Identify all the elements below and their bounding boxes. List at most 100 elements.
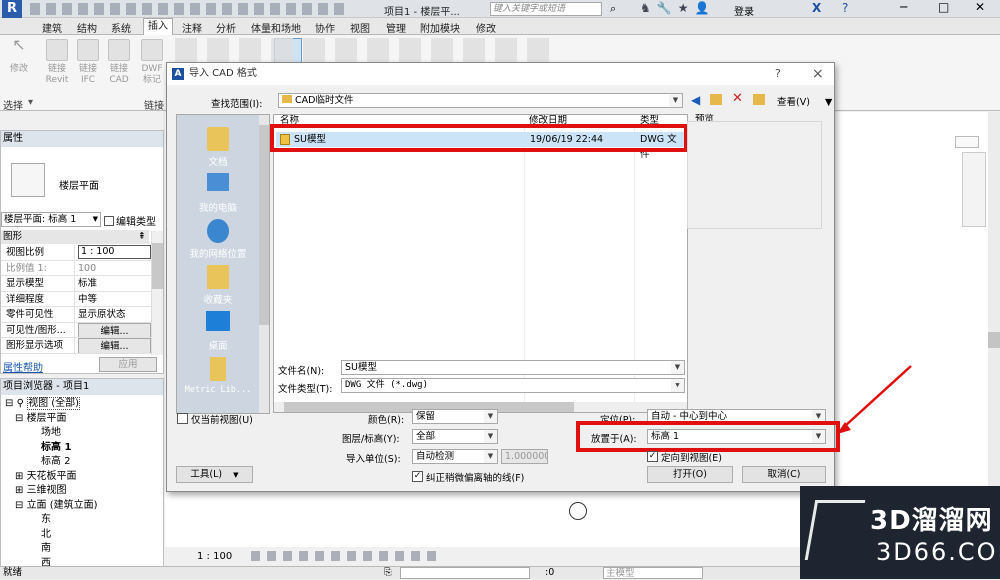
dialog-help-button[interactable]: ? bbox=[775, 63, 781, 85]
tab-manage[interactable]: 管理 bbox=[386, 20, 406, 35]
color-combo[interactable]: 保留 ▼ bbox=[412, 409, 498, 424]
quick-access-toolbar[interactable] bbox=[30, 3, 350, 15]
modify-button[interactable]: ↖ 修改 bbox=[2, 37, 36, 75]
apply-button[interactable]: 应用 bbox=[99, 357, 157, 372]
collapse-icon[interactable]: ⊟ bbox=[15, 500, 27, 511]
tab-systems[interactable]: 系统 bbox=[111, 20, 131, 35]
tree-node-floor-plans[interactable]: ⊟ 楼层平面 bbox=[1, 412, 163, 427]
properties-scrollbar[interactable] bbox=[151, 231, 163, 355]
tree-node-ceiling-plans[interactable]: ⊞ 天花板平面 bbox=[1, 470, 163, 485]
tab-structure[interactable]: 结构 bbox=[77, 20, 97, 35]
tree-leaf-level-1[interactable]: 标高 1 bbox=[1, 441, 163, 456]
link-revit-button[interactable]: 链接 Revit bbox=[40, 39, 74, 86]
scroll-thumb[interactable] bbox=[259, 125, 269, 325]
worksets-icon[interactable]: ⎘ bbox=[384, 567, 392, 579]
link-cad-button[interactable]: 链接 CAD bbox=[102, 39, 136, 86]
place-my-computer[interactable]: 我的电脑 bbox=[177, 173, 259, 214]
exchange-icon[interactable]: X bbox=[812, 1, 821, 15]
active-workset-field[interactable] bbox=[400, 567, 530, 579]
search-input[interactable]: 键入关键字或短语 bbox=[490, 2, 602, 16]
place-network[interactable]: 我的网络位置 bbox=[177, 219, 259, 260]
view-menu[interactable]: 查看(V) ▼ bbox=[777, 94, 832, 108]
lookin-combo[interactable]: CAD临时文件 ▼ bbox=[278, 93, 683, 108]
dialog-close-button[interactable]: × bbox=[812, 63, 824, 85]
tab-annotate[interactable]: 注释 bbox=[182, 20, 202, 35]
maximize-button[interactable]: □ bbox=[938, 0, 949, 14]
property-value[interactable]: 标准 bbox=[75, 276, 151, 291]
tree-node-3d-views[interactable]: ⊞ 三维视图 bbox=[1, 484, 163, 499]
tab-analyze[interactable]: 分析 bbox=[216, 20, 236, 35]
property-value[interactable]: 1 : 100 bbox=[75, 245, 151, 260]
tools-button[interactable]: 工具(L) ▼ bbox=[176, 466, 253, 483]
properties-help-link[interactable]: 属性帮助 bbox=[3, 359, 43, 374]
sort-arrow-icon: ^ bbox=[398, 114, 404, 118]
filename-field[interactable]: SU模型 ▼ bbox=[341, 360, 685, 375]
type-selector[interactable]: 楼层平面: 标高 1 ▼ bbox=[1, 212, 101, 227]
tree-leaf-south[interactable]: 南 bbox=[1, 542, 163, 557]
tab-modify[interactable]: 修改 bbox=[476, 20, 496, 35]
units-combo[interactable]: 自动检测 ▼ bbox=[412, 449, 498, 464]
login-link[interactable]: 登录 bbox=[734, 3, 754, 18]
edit-type-button[interactable]: 编辑类型 bbox=[104, 213, 156, 228]
close-window-button[interactable]: ✕ bbox=[975, 0, 985, 14]
graphics-section[interactable]: 图形 ⇞ bbox=[1, 230, 149, 244]
canvas-scrollbar[interactable] bbox=[988, 112, 1000, 547]
tree-leaf-north[interactable]: 北 bbox=[1, 528, 163, 543]
select-dropdown-icon[interactable]: ▾ bbox=[28, 97, 33, 108]
property-value[interactable]: 中等 bbox=[75, 292, 151, 307]
status-text: 就绪 bbox=[3, 567, 23, 578]
tab-collaborate[interactable]: 协作 bbox=[315, 20, 335, 35]
expand-icon[interactable]: ⊞ bbox=[15, 471, 27, 482]
place-metric-library[interactable]: Metric Lib... bbox=[177, 357, 259, 395]
current-view-only-checkbox[interactable] bbox=[177, 413, 188, 424]
tree-leaf-level-2[interactable]: 标高 2 bbox=[1, 455, 163, 470]
ribbon-more-icons[interactable] bbox=[175, 38, 550, 62]
view-scale[interactable]: 1 : 100 bbox=[197, 551, 232, 562]
view-control-icons[interactable] bbox=[251, 551, 441, 561]
graphic-display-edit-button[interactable]: 编辑... bbox=[78, 338, 151, 353]
cancel-button[interactable]: 取消(C) bbox=[742, 466, 826, 483]
viewcube-icon[interactable] bbox=[955, 136, 979, 148]
tab-architecture[interactable]: 建筑 bbox=[42, 20, 62, 35]
delete-icon[interactable]: ✕ bbox=[732, 91, 743, 106]
link-ifc-button[interactable]: 链接 IFC bbox=[71, 39, 105, 86]
collapse-icon[interactable]: ⊟ bbox=[15, 413, 27, 424]
collapse-icon[interactable]: ⊟ bbox=[5, 398, 17, 409]
select-group-label[interactable]: 选择 bbox=[3, 97, 23, 112]
property-value[interactable]: 显示原状态 bbox=[75, 307, 151, 322]
scroll-thumb[interactable] bbox=[988, 332, 1000, 348]
navigation-bar[interactable] bbox=[962, 152, 986, 227]
help-icon[interactable]: ? bbox=[842, 1, 848, 15]
scroll-thumb[interactable] bbox=[152, 243, 163, 289]
tab-massing-site[interactable]: 体量和场地 bbox=[251, 20, 301, 35]
app-logo-icon[interactable]: R bbox=[2, 0, 22, 18]
tree-leaf-site[interactable]: 场地 bbox=[1, 426, 163, 441]
tab-addins[interactable]: 附加模块 bbox=[420, 20, 460, 35]
tree-leaf-east[interactable]: 东 bbox=[1, 513, 163, 528]
layers-combo[interactable]: 全部 ▼ bbox=[412, 429, 498, 444]
place-desktop[interactable]: 桌面 bbox=[177, 311, 259, 352]
view-scale-input[interactable]: 1 : 100 bbox=[78, 245, 151, 259]
preview-area bbox=[687, 121, 822, 229]
place-favorites[interactable]: 收藏夹 bbox=[177, 265, 259, 306]
open-button[interactable]: 打开(O) bbox=[647, 466, 733, 483]
back-icon[interactable]: ◀ bbox=[691, 93, 700, 107]
design-option-field[interactable]: 主模型 bbox=[603, 567, 703, 579]
search-icon[interactable]: ⌕ bbox=[610, 2, 616, 16]
tab-view[interactable]: 视图 bbox=[350, 20, 370, 35]
correct-lines-checkbox[interactable]: ✓ bbox=[412, 471, 423, 482]
infocenter-icons[interactable]: ♞🔧★👤 bbox=[640, 1, 715, 15]
tree-node-elevations[interactable]: ⊟ 立面 (建筑立面) bbox=[1, 499, 163, 514]
place-documents[interactable]: 文档 bbox=[177, 127, 259, 168]
vg-edit-button[interactable]: 编辑... bbox=[78, 322, 151, 337]
new-folder-icon[interactable] bbox=[753, 94, 765, 105]
orient-to-view-checkbox[interactable]: ✓ bbox=[647, 451, 658, 462]
up-folder-icon[interactable] bbox=[710, 94, 722, 105]
tree-node-views[interactable]: ⊟ ⚲ 视图 (全部) bbox=[1, 397, 163, 412]
filetype-combo[interactable]: DWG 文件 (*.dwg) ▼ bbox=[341, 378, 685, 393]
dwf-markup-button[interactable]: DWF 标记 bbox=[135, 39, 169, 86]
tab-insert[interactable]: 插入 bbox=[143, 18, 173, 35]
expand-icon[interactable]: ⊞ bbox=[15, 485, 27, 496]
places-scrollbar[interactable] bbox=[259, 115, 269, 413]
minimize-button[interactable]: ─ bbox=[900, 0, 907, 14]
